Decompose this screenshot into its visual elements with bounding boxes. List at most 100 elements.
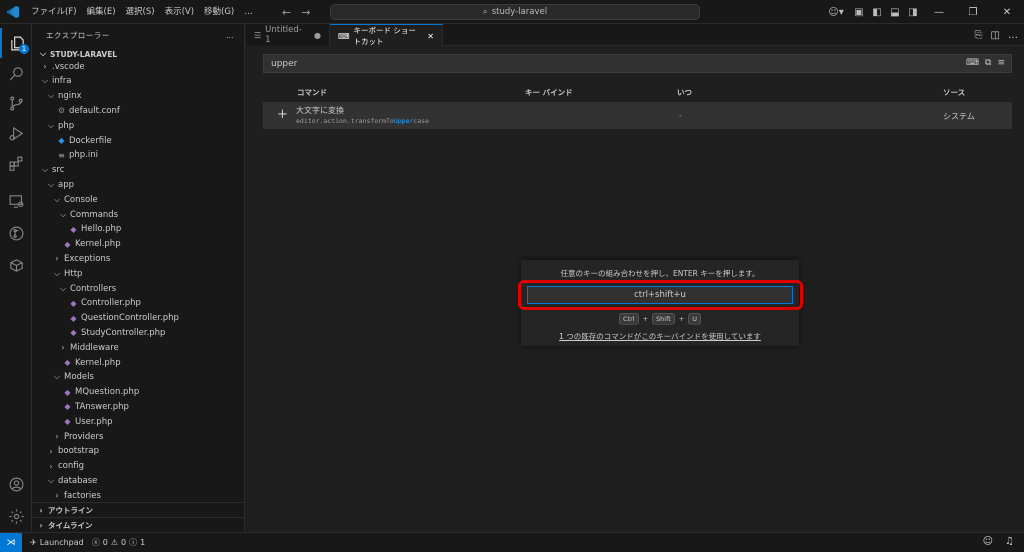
menu-more[interactable]: … [239,0,258,24]
tree-item[interactable]: ◆ StudyController.php [32,325,244,340]
tree-item[interactable]: ≡ php.ini [32,148,244,163]
source-control-icon[interactable] [0,88,32,118]
menu-go[interactable]: 移動(G) [199,0,239,24]
add-keybinding-icon[interactable]: + [277,107,288,122]
tree-item-label: Kernel.php [75,357,121,368]
launchpad-item[interactable]: ✈ Launchpad [30,538,84,547]
column-command[interactable]: コマンド [297,87,327,98]
timeline-label: タイムライン [48,520,93,530]
config-file-icon: ⚙ [57,106,66,116]
tree-item[interactable]: ⌵ Console [32,192,244,207]
sort-by-precedence-icon[interactable]: ⧉ [985,58,991,68]
explorer-more-icon[interactable]: … [226,31,234,40]
tree-item[interactable]: ⌵ Http [32,266,244,281]
keybinding-search-input[interactable]: upper ⌨ ⧉ ≡ [263,54,1012,73]
back-arrow-icon[interactable]: ← [282,6,291,19]
extensions-icon[interactable] [0,148,32,178]
copilot-status-icon[interactable]: ☺ [983,536,993,547]
more-actions-icon[interactable]: … [1008,30,1018,41]
tree-item-label: database [58,475,98,486]
tree-item[interactable]: ◆ Dockerfile [32,133,244,148]
php-file-icon: ◆ [70,313,77,323]
manage-gear-icon[interactable] [0,501,32,531]
conflict-link[interactable]: 1 つの既存のコマンドがこのキーバインドを使用しています [521,331,799,342]
record-keys-icon[interactable]: ⌨ [966,58,979,68]
toggle-sidebar-icon[interactable]: ◧ [868,0,886,24]
tree-item-label: Controllers [70,283,117,294]
timeline-panel[interactable]: › タイムライン [32,517,244,532]
tree-item[interactable]: › bootstrap [32,444,244,459]
column-keybinding[interactable]: キー バインド [525,87,573,98]
tree-item[interactable]: ◆ Kernel.php [32,237,244,252]
tree-item[interactable]: ⌵ src [32,163,244,178]
customize-layout-icon[interactable]: ▣ [850,0,868,24]
menu-selection[interactable]: 選択(S) [121,0,160,24]
search-icon[interactable] [0,58,32,88]
open-json-icon[interactable]: ⎘ [975,30,983,41]
tree-item[interactable]: ⌵ Models [32,370,244,385]
forward-arrow-icon[interactable]: → [301,6,310,19]
gitlens-icon[interactable] [0,218,32,248]
tree-item[interactable]: ⌵ Commands [32,207,244,222]
tree-item[interactable]: › Middleware [32,340,244,355]
command-id: editor.action.transformToUppercase [296,117,430,125]
menu-edit[interactable]: 編集(E) [82,0,121,24]
tree-item[interactable]: ⌵ Controllers [32,281,244,296]
problems-item[interactable]: ⓧ 0 ⚠ 0 ⓘ 1 [92,537,145,548]
tree-item[interactable]: ◆ QuestionController.php [32,311,244,326]
widget-message: 任意のキーの組み合わせを押し、ENTER キーを押します。 [560,269,760,278]
column-when[interactable]: いつ [677,87,692,98]
unsaved-dot-icon[interactable]: ● [314,31,321,40]
explorer-sidebar: エクスプローラー … ⌵ STUDY-LARAVEL › .vscode ⌵ infr… [32,24,245,532]
remote-indicator-icon[interactable]: ⋊ [0,533,22,552]
tree-item[interactable]: ⌵ database [32,473,244,488]
ini-file-icon: ≡ [58,150,65,160]
tree-item[interactable]: ⌵ nginx [32,89,244,104]
tree-item[interactable]: ⌵ infra [32,74,244,89]
tree-item[interactable]: › Providers [32,429,244,444]
tree-item[interactable]: › config [32,459,244,474]
tree-item[interactable]: › Exceptions [32,251,244,266]
tree-item[interactable]: › .vscode [32,59,244,74]
info-count: 1 [140,538,146,547]
tab-untitled-1[interactable]: ☰ Untitled-1 ● [246,24,330,46]
close-window-icon[interactable]: ✕ [990,0,1024,24]
tree-item[interactable]: ⌵ php [32,118,244,133]
restore-icon[interactable]: ❐ [956,0,990,24]
minimize-icon[interactable]: — [922,0,956,24]
chevron-down-icon: ⌵ [59,209,67,219]
clear-filter-icon[interactable]: ≡ [997,58,1005,68]
toggle-secondary-sidebar-icon[interactable]: ◨ [904,0,922,24]
run-debug-icon[interactable] [0,118,32,148]
tree-item[interactable]: ◆ Kernel.php [32,355,244,370]
tree-item[interactable]: ◆ Controller.php [32,296,244,311]
command-center[interactable]: ⌕ study-laravel [330,4,700,20]
remote-explorer-icon[interactable] [0,186,32,216]
split-editor-icon[interactable]: ◫ [991,30,1000,41]
tree-item[interactable]: ◆ User.php [32,414,244,429]
tree-item[interactable]: ◆ TAnswer.php [32,399,244,414]
tab-keyboard-shortcuts[interactable]: ⌨ キーボード ショートカット ✕ [330,24,443,47]
tree-item[interactable]: ◆ Hello.php [32,222,244,237]
php-file-icon: ◆ [64,402,71,412]
account-icon[interactable] [0,469,32,499]
keybinding-input[interactable]: ctrl+shift+u [527,286,793,304]
menu-view[interactable]: 表示(V) [160,0,199,24]
menu-file[interactable]: ファイル(F) [26,0,82,24]
explorer-icon[interactable]: 1 [0,28,32,58]
search-icon: ⌕ [482,7,488,17]
key-ctrl: Ctrl [618,313,639,325]
close-tab-icon[interactable]: ✕ [427,32,434,41]
outline-label: アウトライン [48,505,93,515]
tree-item[interactable]: › factories [32,488,244,503]
tree-item[interactable]: ◆ MQuestion.php [32,385,244,400]
tree-item[interactable]: ⌵ app [32,177,244,192]
toggle-panel-icon[interactable]: ⬓ [886,0,904,24]
docker-icon[interactable] [0,250,32,280]
column-source[interactable]: ソース [943,87,965,98]
tree-item[interactable]: ⚙ default.conf [32,103,244,118]
table-row[interactable]: + 大文字に変換 editor.action.transformToUpperc… [263,102,1012,129]
notifications-bell-icon[interactable]: ♫ [1005,536,1014,547]
copilot-icon[interactable]: ☺▾ [822,0,850,24]
outline-panel[interactable]: › アウトライン [32,502,244,517]
